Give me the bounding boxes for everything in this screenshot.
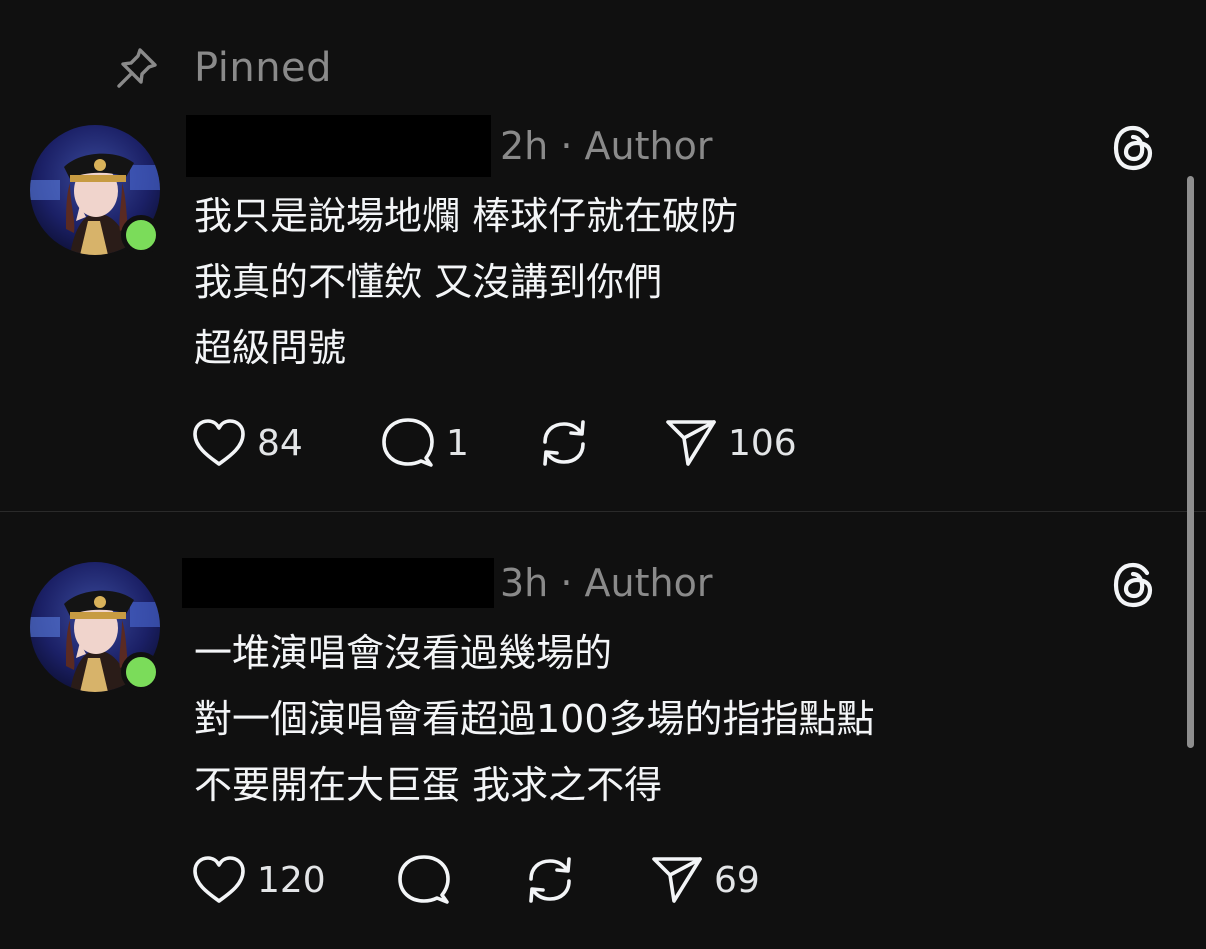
reply-button[interactable] bbox=[396, 852, 462, 908]
post-meta: 3h · Author bbox=[500, 561, 712, 605]
heart-icon bbox=[193, 856, 245, 903]
pin-icon bbox=[112, 44, 162, 92]
post-body: 我只是說場地爛 棒球仔就在破防 我真的不懂欸 又沒講到你們 超級問號 bbox=[194, 183, 738, 381]
post-line: 一堆演唱會沒看過幾場的 bbox=[194, 631, 613, 675]
share-count: 69 bbox=[714, 859, 760, 901]
meta-separator: · bbox=[560, 124, 573, 168]
online-status-dot bbox=[121, 215, 161, 255]
pinned-header: Pinned bbox=[112, 44, 332, 92]
share-button[interactable]: 106 bbox=[664, 415, 797, 471]
post-line: 我只是說場地爛 棒球仔就在破防 bbox=[194, 194, 739, 238]
reply-bubble-icon bbox=[398, 855, 450, 904]
share-count: 106 bbox=[728, 422, 797, 464]
share-button[interactable]: 69 bbox=[650, 852, 760, 908]
post-time[interactable]: 3h bbox=[500, 561, 548, 605]
reply-button[interactable]: 1 bbox=[380, 415, 469, 471]
repost-button[interactable] bbox=[535, 415, 603, 471]
heart-icon bbox=[193, 419, 245, 466]
pinned-label: Pinned bbox=[194, 45, 333, 91]
repost-icon bbox=[543, 420, 585, 466]
post-body: 一堆演唱會沒看過幾場的 對一個演唱會看超過100多場的指指點點 不要開在大巨蛋 … bbox=[194, 620, 875, 818]
post-meta: 2h · Author bbox=[500, 124, 712, 168]
share-plane-icon bbox=[666, 420, 716, 466]
post-line: 超級問號 bbox=[194, 326, 347, 370]
post-line: 不要開在大巨蛋 我求之不得 bbox=[194, 763, 663, 807]
reply-count: 1 bbox=[446, 422, 469, 464]
reply-bubble-icon bbox=[382, 418, 434, 467]
author-tag: Author bbox=[584, 124, 713, 168]
username-redaction bbox=[182, 558, 494, 608]
scrollbar[interactable] bbox=[1187, 176, 1194, 748]
like-count: 84 bbox=[257, 422, 303, 464]
author-tag: Author bbox=[584, 561, 713, 605]
online-status-dot bbox=[121, 652, 161, 692]
post-time[interactable]: 2h bbox=[500, 124, 548, 168]
like-button[interactable]: 84 bbox=[191, 415, 303, 471]
username-redaction bbox=[186, 115, 491, 177]
post-divider bbox=[0, 511, 1206, 512]
threads-logo-icon[interactable] bbox=[1108, 559, 1160, 611]
share-plane-icon bbox=[652, 857, 702, 903]
post-line: 對一個演唱會看超過100多場的指指點點 bbox=[194, 697, 875, 741]
repost-button[interactable] bbox=[521, 852, 589, 908]
repost-icon bbox=[529, 857, 571, 903]
post-line: 我真的不懂欸 又沒講到你們 bbox=[194, 260, 663, 304]
like-count: 120 bbox=[257, 859, 326, 901]
meta-separator: · bbox=[560, 561, 573, 605]
threads-logo-icon[interactable] bbox=[1108, 122, 1160, 174]
like-button[interactable]: 120 bbox=[191, 852, 326, 908]
